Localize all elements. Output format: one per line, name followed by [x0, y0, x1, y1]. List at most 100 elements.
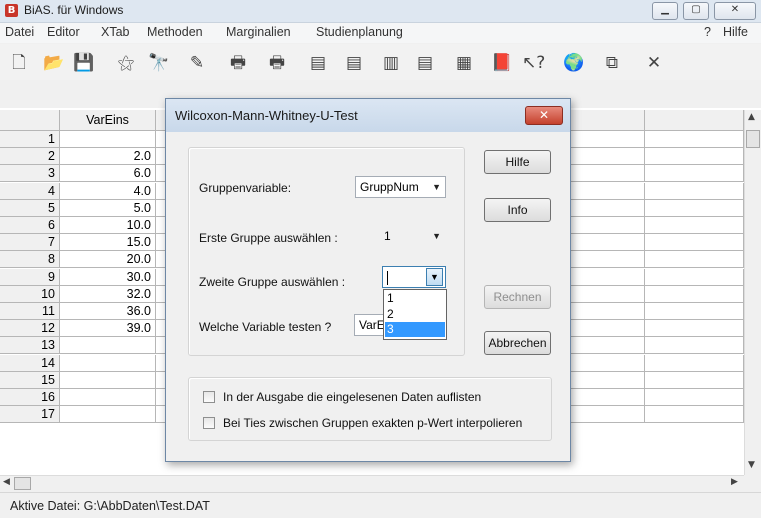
maximize-icon[interactable]: ▢ — [683, 2, 709, 20]
row-header[interactable]: 14 — [0, 354, 60, 372]
doc-chart-icon[interactable]: ▤ — [307, 52, 329, 74]
menu-studienplanung[interactable]: Studienplanung — [316, 25, 403, 39]
info-button[interactable]: Info — [484, 198, 551, 222]
menu-datei[interactable]: Datei — [5, 25, 34, 39]
edit-icon[interactable]: ✎ — [186, 52, 208, 74]
grid-cell[interactable]: 10.0 — [60, 217, 156, 234]
grid-cell-empty[interactable] — [645, 165, 744, 183]
vertical-scrollbar[interactable]: ▲ ▼ — [744, 110, 761, 475]
menu-question[interactable]: ? — [704, 25, 711, 39]
doc-bar-icon[interactable]: ▥ — [380, 52, 402, 74]
close-icon[interactable]: ✕ — [714, 2, 756, 20]
dropdown-option[interactable]: 1 — [385, 291, 445, 306]
copy-icon[interactable]: ⧉ — [601, 52, 623, 74]
grid-cell[interactable] — [60, 406, 156, 424]
grid-cell[interactable]: 32.0 — [60, 285, 156, 303]
row-header[interactable]: 13 — [0, 337, 60, 355]
grid-cell-empty[interactable] — [645, 320, 744, 338]
row-header[interactable]: 9 — [0, 268, 60, 286]
dropdown-option[interactable]: 3 — [385, 322, 445, 337]
grid-cell[interactable]: 6.0 — [60, 165, 156, 183]
grid-cell-empty[interactable] — [645, 148, 744, 166]
row-header[interactable]: 4 — [0, 182, 60, 200]
ties-checkbox[interactable] — [203, 417, 215, 429]
compute-button[interactable]: Rechnen — [484, 285, 551, 309]
second-group-select[interactable]: ▼ — [382, 266, 446, 288]
grid-cell[interactable]: 5.0 — [60, 199, 156, 217]
grid-cell-empty[interactable] — [645, 217, 744, 234]
row-header[interactable]: 17 — [0, 406, 60, 424]
row-header[interactable]: 5 — [0, 199, 60, 217]
grid-cell[interactable] — [60, 389, 156, 406]
grid-cell[interactable]: 36.0 — [60, 303, 156, 320]
menu-methoden[interactable]: Methoden — [147, 25, 203, 39]
row-header[interactable]: 15 — [0, 371, 60, 389]
row-header[interactable]: 16 — [0, 389, 60, 406]
grid-cell-empty[interactable] — [645, 251, 744, 269]
open-folder-icon[interactable]: 📂 — [43, 52, 65, 74]
menu-editor[interactable]: Editor — [47, 25, 80, 39]
grid-cell[interactable] — [60, 354, 156, 372]
menu-marginalien[interactable]: Marginalien — [226, 25, 291, 39]
scroll-down-icon[interactable]: ▼ — [748, 460, 755, 470]
printer-gray-icon[interactable]: 🖶 — [266, 52, 288, 74]
grid-cell-empty[interactable] — [645, 337, 744, 355]
row-header[interactable]: 6 — [0, 217, 60, 234]
grid-cell[interactable]: 30.0 — [60, 268, 156, 286]
book-icon[interactable]: 📕 — [491, 52, 513, 74]
grid-cell-empty[interactable] — [645, 199, 744, 217]
globe-icon[interactable]: 🌍 — [563, 52, 585, 74]
grid-cell-empty[interactable] — [645, 303, 744, 320]
row-header[interactable]: 11 — [0, 303, 60, 320]
calculator-icon[interactable]: ▦ — [453, 52, 475, 74]
column-header-empty[interactable] — [645, 110, 744, 131]
row-header[interactable]: 8 — [0, 251, 60, 269]
grid-cell[interactable]: 39.0 — [60, 320, 156, 338]
scroll-left-icon[interactable]: ◀ — [3, 477, 10, 487]
grid-cell-empty[interactable] — [645, 406, 744, 424]
hscroll-thumb[interactable] — [14, 477, 31, 490]
grid-cell-empty[interactable] — [645, 389, 744, 406]
grid-cell-empty[interactable] — [645, 285, 744, 303]
second-group-dropdown[interactable]: 123 — [383, 289, 447, 340]
horizontal-scrollbar[interactable]: ◀ ▶ — [0, 475, 744, 492]
group-var-select[interactable]: GruppNum ▼ — [355, 176, 446, 198]
grid-cell-empty[interactable] — [645, 234, 744, 252]
row-header[interactable]: 2 — [0, 148, 60, 166]
grid-cell[interactable] — [60, 131, 156, 148]
save-disk-icon[interactable]: 💾 — [73, 52, 95, 74]
row-header[interactable]: 7 — [0, 234, 60, 252]
chevron-down-icon[interactable]: ▼ — [426, 268, 443, 286]
grid-cell[interactable]: 15.0 — [60, 234, 156, 252]
grid-cell-empty[interactable] — [645, 371, 744, 389]
cancel-button[interactable]: Abbrechen — [484, 331, 551, 355]
menu-hilfe[interactable]: Hilfe — [723, 25, 748, 39]
grid-cell-empty[interactable] — [645, 131, 744, 148]
grid-cell[interactable]: 20.0 — [60, 251, 156, 269]
scroll-right-icon[interactable]: ▶ — [731, 477, 738, 487]
grid-cell-empty[interactable] — [645, 268, 744, 286]
row-header[interactable]: 12 — [0, 320, 60, 338]
first-group-select[interactable]: 1 ▼ — [379, 225, 446, 247]
dialog-close-icon[interactable]: ✕ — [525, 106, 563, 125]
grid-cell-empty[interactable] — [645, 354, 744, 372]
grid-cell[interactable]: 2.0 — [60, 148, 156, 166]
scroll-thumb[interactable] — [746, 130, 760, 148]
magic-wand-icon[interactable]: ⚝ — [115, 52, 137, 74]
row-header[interactable]: 1 — [0, 131, 60, 148]
grid-cell-empty[interactable] — [645, 182, 744, 200]
close-x-icon[interactable]: ✕ — [643, 52, 665, 74]
column-header[interactable]: VarEins — [60, 110, 156, 131]
minimize-icon[interactable]: ▁ — [652, 2, 678, 20]
grid-corner[interactable] — [0, 110, 60, 131]
row-header[interactable]: 3 — [0, 165, 60, 183]
menu-xtab[interactable]: XTab — [101, 25, 130, 39]
printer-icon[interactable]: 🖶 — [227, 52, 249, 74]
doc-chart3-icon[interactable]: ▤ — [414, 52, 436, 74]
new-file-icon[interactable]: 🗋 — [8, 52, 30, 74]
grid-cell[interactable] — [60, 371, 156, 389]
grid-cell[interactable] — [60, 337, 156, 355]
grid-cell[interactable]: 4.0 — [60, 182, 156, 200]
help-pointer-icon[interactable]: ↖? — [522, 52, 545, 74]
binoculars-icon[interactable]: 🔭 — [148, 52, 170, 74]
